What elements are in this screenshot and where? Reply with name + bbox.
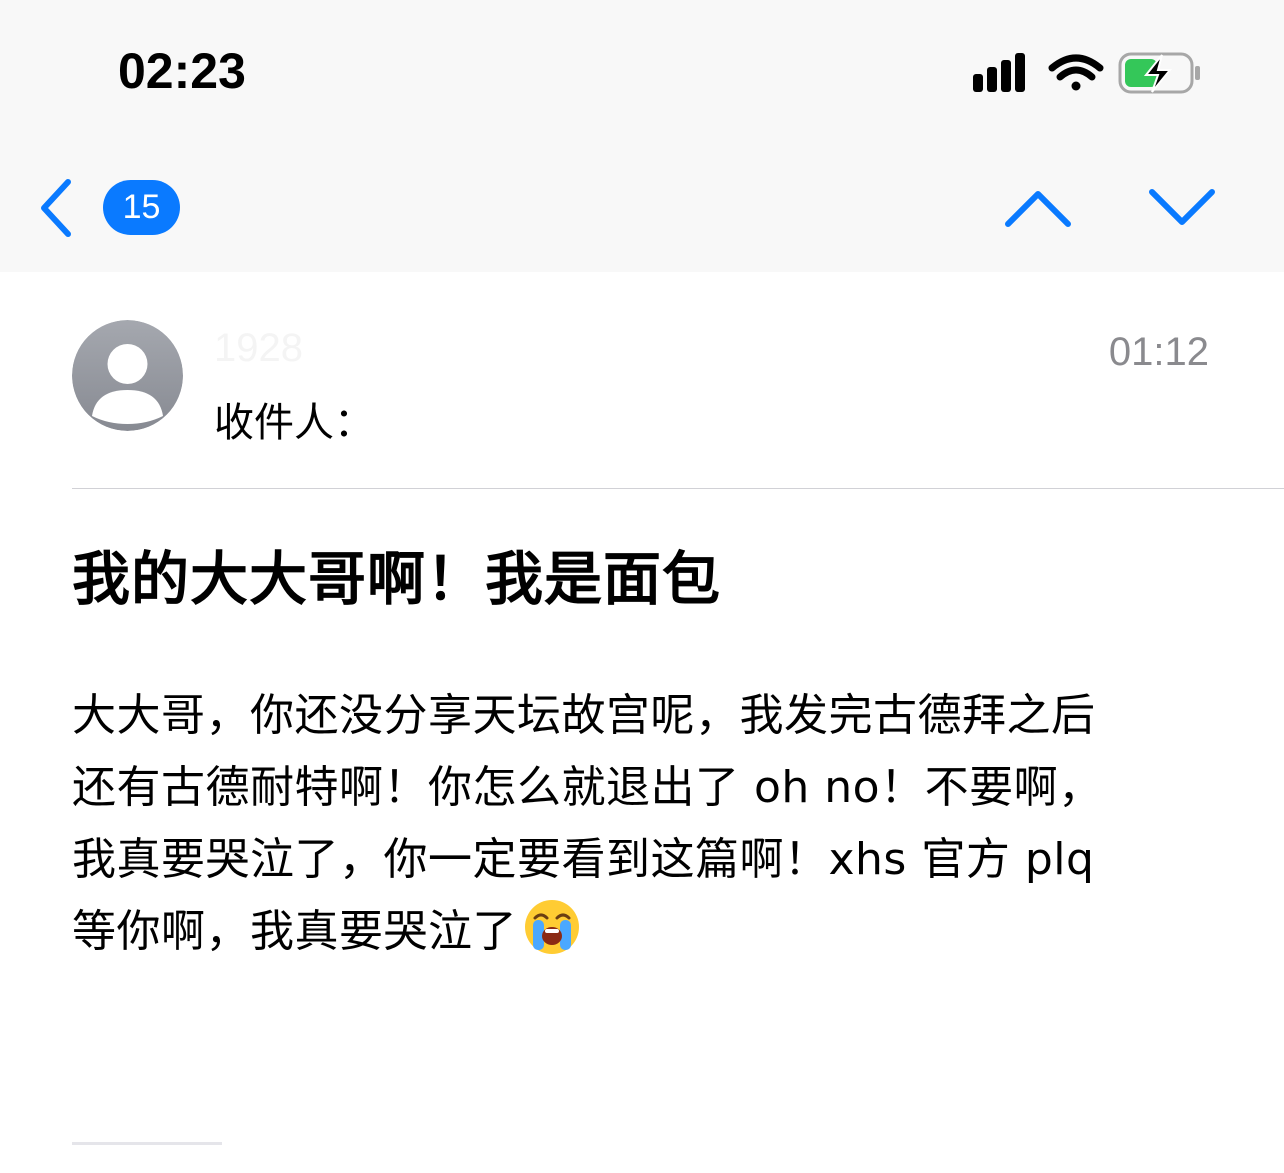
body-line-last: 等你啊，我真要哭泣了 <box>72 896 1222 968</box>
message-body: 大大哥，你还没分享天坛故宫呢，我发完古德拜之后 还有古德耐特啊！你怎么就退出了 … <box>72 680 1222 968</box>
body-line: 大大哥，你还没分享天坛故宫呢，我发完古德拜之后 <box>72 690 1096 741</box>
previous-message-button[interactable] <box>1000 182 1076 232</box>
next-message-button[interactable] <box>1144 182 1220 232</box>
wifi-icon <box>1048 54 1104 91</box>
status-time: 02:23 <box>118 43 246 99</box>
message-time: 01:12 <box>1108 330 1209 374</box>
unread-count-badge[interactable]: 15 <box>103 180 180 235</box>
recipient-label: 收件人： <box>214 400 374 446</box>
chevron-left-icon <box>41 179 71 237</box>
status-icons <box>970 50 1210 96</box>
chevron-down-icon <box>1149 189 1215 225</box>
avatar[interactable] <box>72 320 183 431</box>
chevron-up-icon <box>1005 191 1071 227</box>
signal-icon <box>973 53 1025 92</box>
loudly-crying-face-emoji <box>525 900 579 954</box>
status-bar: 02:23 <box>0 0 1284 140</box>
footer-divider <box>72 1142 222 1145</box>
person-icon <box>72 320 183 431</box>
body-line: 还有古德耐特啊！你怎么就退出了 oh no！不要啊， <box>72 762 1103 813</box>
message-subject: 我的大大哥啊！我是面包 <box>72 545 722 613</box>
sender-name[interactable]: 1928 <box>214 326 303 371</box>
body-line: 我真要哭泣了，你一定要看到这篇啊！xhs 官方 plq <box>72 834 1095 885</box>
battery-charging-icon <box>1118 52 1200 94</box>
header-divider <box>72 488 1284 489</box>
back-button[interactable] <box>30 176 80 240</box>
body-line-text: 等你啊，我真要哭泣了 <box>72 906 517 957</box>
nav-bar: 15 <box>0 140 1284 272</box>
